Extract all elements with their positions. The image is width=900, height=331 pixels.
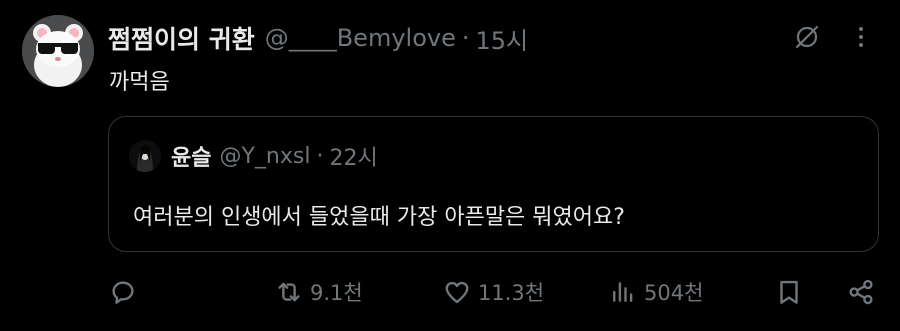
- quoted-post-time[interactable]: 22시: [329, 140, 377, 172]
- quoted-author-handle[interactable]: @Y_nxsl: [219, 144, 310, 169]
- like-button[interactable]: 11.3천: [442, 272, 544, 312]
- reply-button[interactable]: [108, 272, 138, 312]
- author-name[interactable]: 쩜쩜이의 귀환: [108, 20, 255, 56]
- bar-chart-icon: [608, 277, 638, 307]
- retweet-count: 9.1천: [310, 281, 363, 305]
- views-button[interactable]: 504천: [608, 272, 703, 312]
- quoted-author-avatar[interactable]: [129, 140, 161, 172]
- post-text: 까먹음: [109, 70, 170, 95]
- quoted-post-text: 여러분의 인생에서 들었을때 가장 아픈말은 뭐였어요?: [133, 205, 625, 230]
- quoted-separator-dot: ·: [316, 143, 324, 169]
- post-time[interactable]: 15시: [476, 21, 529, 56]
- post-tools: [792, 22, 876, 52]
- author-handle[interactable]: @____Bemylove: [265, 24, 456, 52]
- retweet-button[interactable]: 9.1천: [274, 272, 363, 312]
- quoted-post[interactable]: 윤슬 @Y_nxsl · 22시 여러분의 인생에서 들었을때 가장 아픈말은 …: [108, 116, 879, 252]
- share-button[interactable]: [846, 272, 876, 312]
- bookmark-icon: [774, 277, 804, 307]
- reply-icon: [108, 277, 138, 307]
- share-icon: [846, 277, 876, 307]
- grok-icon[interactable]: [792, 22, 822, 52]
- post-header: 쩜쩜이의 귀환 @____Bemylove · 15시: [108, 20, 528, 56]
- quoted-author-name[interactable]: 윤슬: [171, 140, 211, 172]
- retweet-icon: [274, 277, 304, 307]
- bookmark-button[interactable]: [774, 272, 804, 312]
- action-bar: 9.1천 11.3천 504천: [108, 272, 878, 312]
- views-count: 504천: [644, 281, 704, 305]
- like-count: 11.3천: [478, 281, 545, 305]
- heart-icon: [442, 277, 472, 307]
- separator-dot: ·: [461, 24, 470, 52]
- quoted-post-header: 윤슬 @Y_nxsl · 22시: [129, 139, 378, 173]
- author-avatar[interactable]: [22, 15, 94, 87]
- more-vertical-icon[interactable]: [846, 22, 876, 52]
